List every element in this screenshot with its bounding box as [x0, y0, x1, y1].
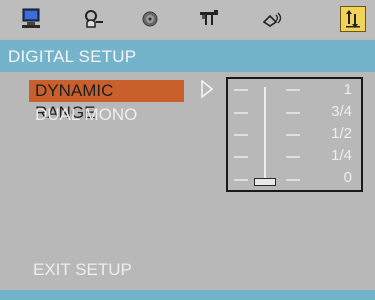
tab-speaker-setup[interactable] — [196, 6, 222, 32]
title-bar: DIGITAL SETUP — [0, 40, 375, 72]
slider-track — [264, 87, 266, 185]
tab-audio[interactable] — [80, 6, 106, 32]
submenu-arrow-icon — [201, 80, 214, 98]
tick-left-3 — [234, 134, 248, 136]
tick-right-1 — [286, 89, 300, 91]
menu-item-dual-mono[interactable]: DUAL MONO — [29, 104, 143, 126]
digital-setup-icon — [346, 10, 360, 28]
tab-bar — [0, 0, 375, 38]
tab-disc[interactable] — [137, 6, 163, 32]
slider-knob[interactable] — [254, 178, 276, 186]
audio-person-icon — [85, 10, 103, 28]
setup-screen: DIGITAL SETUP DYNAMIC RANGE DUAL MONO 1 … — [0, 0, 375, 300]
speaker-sound-icon — [262, 12, 282, 27]
bottom-bar — [0, 290, 375, 300]
slider-label: 1/2 — [331, 125, 352, 142]
tick-right-2 — [286, 112, 300, 114]
dynamic-range-panel: 1 3/4 1/2 1/4 0 — [226, 77, 363, 192]
menu-item-dynamic-range[interactable]: DYNAMIC RANGE — [29, 80, 184, 122]
tick-left-5 — [234, 179, 248, 181]
slider-label: 1 — [343, 81, 352, 98]
tab-speaker-sound[interactable] — [260, 6, 286, 32]
tick-right-5 — [286, 179, 300, 181]
tick-left-1 — [234, 89, 248, 91]
slider-label: 0 — [343, 169, 352, 186]
tab-general[interactable] — [18, 6, 44, 32]
disc-icon — [142, 11, 158, 27]
tick-left-4 — [234, 156, 248, 158]
computer-icon — [22, 8, 40, 28]
slider-label: 3/4 — [331, 103, 352, 120]
exit-setup-item[interactable]: EXIT SETUP — [33, 260, 132, 280]
slider-label: 1/4 — [331, 147, 352, 164]
tick-right-3 — [286, 134, 300, 136]
page-title: DIGITAL SETUP — [8, 47, 137, 66]
speaker-setup-icon — [200, 10, 218, 25]
tick-right-4 — [286, 156, 300, 158]
tab-digital-setup[interactable] — [340, 6, 366, 32]
tick-left-2 — [234, 112, 248, 114]
